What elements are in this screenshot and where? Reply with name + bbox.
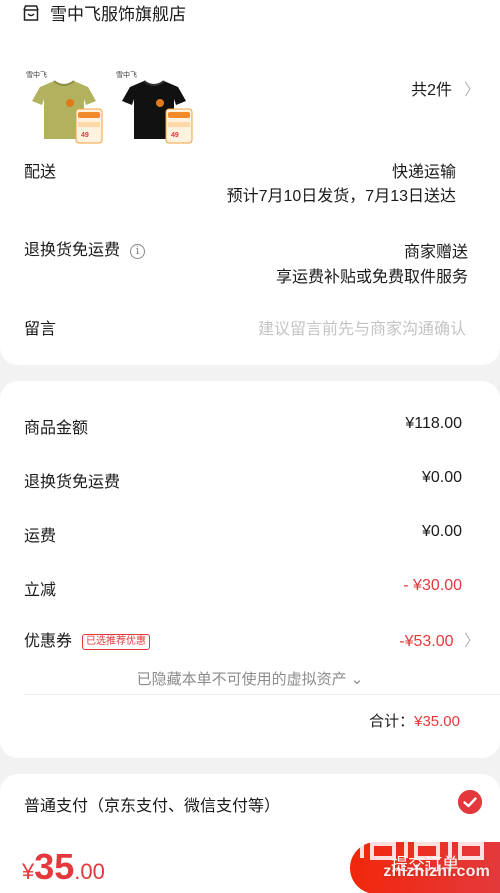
shop-icon xyxy=(23,4,39,21)
message-input[interactable]: 建议留言前先与商家沟通确认 xyxy=(258,315,466,339)
coupon-row[interactable]: 优惠券 已选推荐优惠 xyxy=(24,627,151,651)
product-thumbnail[interactable]: 雪中飞 49 xyxy=(112,67,196,151)
svg-text:49: 49 xyxy=(171,132,179,139)
goods-amount-label: 商品金额 xyxy=(24,420,89,437)
discount-value: - ¥30.00 xyxy=(403,577,462,594)
price-summary-card: 商品金额 ¥118.00 退换货免运费 ¥0.00 运费 ¥0.00 立减 - … xyxy=(0,381,500,758)
delivery-method: 快递运输 xyxy=(391,164,456,181)
shop-header[interactable]: 雪中飞服饰旗舰店 xyxy=(22,0,186,25)
chevron-right-icon: 〉 xyxy=(463,633,480,650)
delivery-schedule: 预计7月10日发货，7月13日送达 xyxy=(226,188,456,205)
discount-label: 立减 xyxy=(24,582,57,599)
message-label: 留言 xyxy=(24,321,57,338)
price-decimal: .00 xyxy=(74,859,105,884)
info-icon[interactable]: i xyxy=(130,244,146,259)
return-shipping-detail: 享运费补贴或免费取件服务 xyxy=(275,269,468,286)
delivery-label: 配送 xyxy=(24,164,57,181)
product-count[interactable]: 共2件 〉 xyxy=(411,76,480,100)
order-total-price: ¥35.00 xyxy=(22,846,105,888)
return-shipping-label: 退换货免运费 xyxy=(24,242,121,259)
goods-amount-value: ¥118.00 xyxy=(405,415,462,432)
price-integer: 35 xyxy=(34,846,75,887)
watermark-text: zhizhizhi.com xyxy=(383,863,490,880)
freight-value: ¥0.00 xyxy=(421,523,462,540)
coupon-badge: 已选推荐优惠 xyxy=(82,634,151,650)
return-shipping-row: 退换货免运费 i xyxy=(24,236,146,260)
shop-name: 雪中飞服饰旗舰店 xyxy=(50,5,186,24)
currency-symbol: ¥ xyxy=(22,859,35,884)
return-fee-label: 退换货免运费 xyxy=(24,474,121,491)
return-fee-value: ¥0.00 xyxy=(421,469,462,486)
total-value: ¥35.00 xyxy=(414,713,460,730)
hidden-assets-text: 已隐藏本单不可使用的虚拟资产 xyxy=(136,671,347,688)
chevron-right-icon: 〉 xyxy=(463,82,480,99)
return-shipping-value: 商家赠送 xyxy=(403,244,468,261)
hidden-assets-toggle[interactable]: 已隐藏本单不可使用的虚拟资产 ⌄ xyxy=(0,668,500,689)
product-thumbnail[interactable]: 雪中飞 49 xyxy=(22,67,106,151)
svg-text:49: 49 xyxy=(81,132,89,139)
coupon-value-row[interactable]: -¥53.00 〉 xyxy=(399,627,480,651)
payment-method-label: 普通支付（京东支付、微信支付等） xyxy=(24,798,281,815)
total-row: 合计：¥35.00 xyxy=(369,710,460,731)
svg-text:雪中飞: 雪中飞 xyxy=(116,70,137,79)
divider xyxy=(24,694,500,695)
svg-text:雪中飞: 雪中飞 xyxy=(26,70,47,79)
product-count-label: 共2件 xyxy=(411,82,452,99)
freight-label: 运费 xyxy=(24,528,57,545)
coupon-value: -¥53.00 xyxy=(399,633,454,650)
coupon-label: 优惠券 xyxy=(24,633,73,650)
total-label: 合计： xyxy=(369,713,415,730)
chevron-down-icon: ⌄ xyxy=(350,671,364,688)
check-icon[interactable] xyxy=(458,790,482,814)
